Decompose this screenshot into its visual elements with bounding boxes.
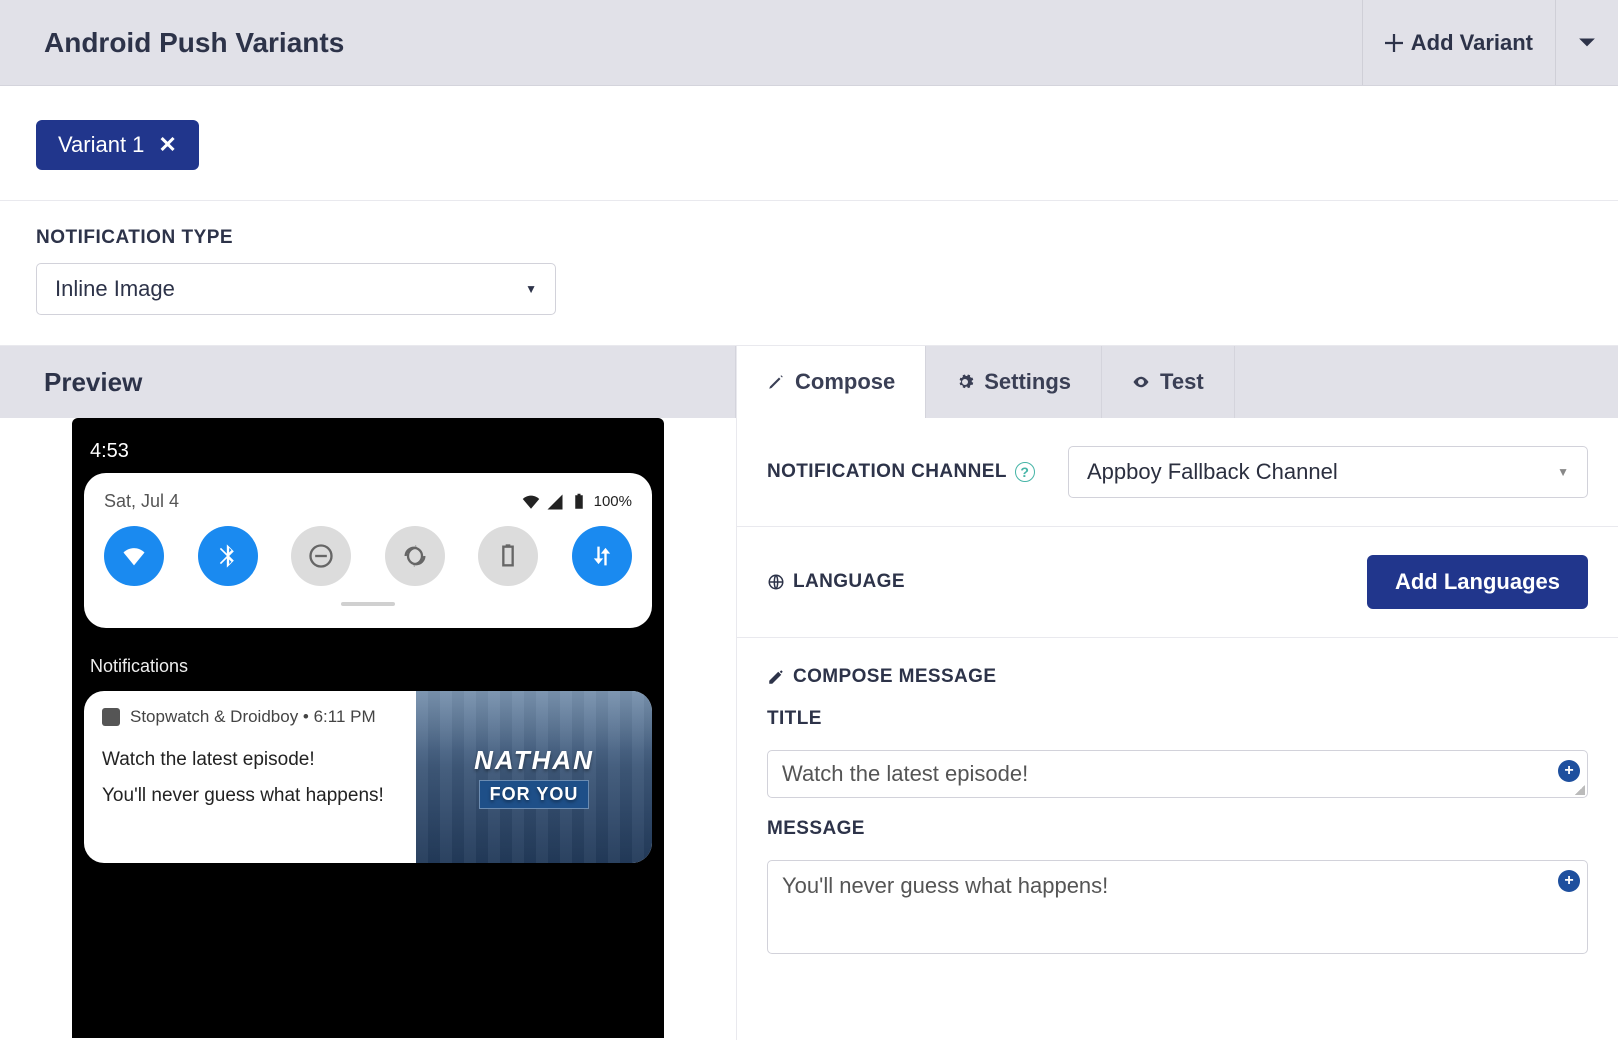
title-input-wrap: + bbox=[767, 750, 1588, 798]
resize-handle-icon bbox=[1575, 785, 1585, 795]
channel-label-text: NOTIFICATION CHANNEL bbox=[767, 461, 1007, 483]
bluetooth-icon bbox=[214, 542, 242, 570]
battery-icon bbox=[570, 493, 588, 511]
compose-message-label-text: COMPOSE MESSAGE bbox=[793, 666, 996, 688]
edit-icon bbox=[767, 668, 785, 686]
quick-settings-panel: Sat, Jul 4 100% bbox=[84, 473, 652, 628]
status-icons: 100% bbox=[522, 493, 632, 511]
preview-column: Preview 4:53 Sat, Jul 4 100% bbox=[0, 346, 736, 1040]
notifications-label: Notifications bbox=[90, 656, 646, 677]
tabs-filler bbox=[1235, 346, 1618, 418]
chevron-down-icon bbox=[1578, 34, 1596, 52]
data-arrows-icon bbox=[588, 542, 616, 570]
eye-icon bbox=[1132, 373, 1150, 391]
close-icon[interactable]: ✕ bbox=[158, 132, 176, 158]
caret-down-icon: ▼ bbox=[525, 282, 537, 296]
variant-chip[interactable]: Variant 1 ✕ bbox=[36, 120, 199, 170]
phone-preview: 4:53 Sat, Jul 4 100% bbox=[72, 418, 664, 1038]
title-input[interactable] bbox=[767, 750, 1588, 798]
notification-image: NATHAN FOR YOU bbox=[416, 691, 652, 863]
title-label: TITLE bbox=[767, 708, 1588, 730]
add-variant-dropdown[interactable] bbox=[1555, 0, 1618, 85]
language-label-text: LANGUAGE bbox=[793, 571, 905, 593]
message-label: MESSAGE bbox=[767, 818, 1588, 840]
page-title: Android Push Variants bbox=[44, 27, 344, 59]
page-header: Android Push Variants Add Variant bbox=[0, 0, 1618, 86]
notification-type-section: NOTIFICATION TYPE Inline Image ▼ bbox=[0, 201, 1618, 346]
add-languages-button[interactable]: Add Languages bbox=[1367, 555, 1588, 609]
plus-icon bbox=[1385, 34, 1403, 52]
image-text-line1: NATHAN bbox=[474, 745, 594, 776]
autorotate-toggle bbox=[385, 526, 445, 586]
form-column: Compose Settings Test NOTIFICATION CHANN… bbox=[736, 346, 1618, 1040]
wifi-toggle bbox=[104, 526, 164, 586]
notification-card: Stopwatch & Droidboy • 6:11 PM Watch the… bbox=[84, 691, 652, 863]
rotate-icon bbox=[401, 542, 429, 570]
tab-settings[interactable]: Settings bbox=[926, 346, 1102, 418]
battery-percent: 100% bbox=[594, 493, 632, 510]
phone-date: Sat, Jul 4 bbox=[104, 491, 179, 512]
dnd-icon bbox=[307, 542, 335, 570]
preview-header: Preview bbox=[0, 346, 736, 418]
globe-icon bbox=[767, 573, 785, 591]
notification-title: Watch the latest episode! bbox=[102, 749, 402, 771]
dnd-toggle bbox=[291, 526, 351, 586]
battery-outline-icon bbox=[494, 542, 522, 570]
channel-select[interactable]: Appboy Fallback Channel ▼ bbox=[1068, 446, 1588, 498]
tab-compose[interactable]: Compose bbox=[737, 346, 926, 418]
bluetooth-toggle bbox=[198, 526, 258, 586]
message-input-wrap: + bbox=[767, 860, 1588, 959]
compose-form: NOTIFICATION CHANNEL ? Appboy Fallback C… bbox=[737, 418, 1618, 1040]
phone-preview-wrap: 4:53 Sat, Jul 4 100% bbox=[0, 418, 736, 1040]
channel-row: NOTIFICATION CHANNEL ? Appboy Fallback C… bbox=[737, 418, 1618, 527]
tab-settings-label: Settings bbox=[984, 369, 1071, 395]
main-split: Preview 4:53 Sat, Jul 4 100% bbox=[0, 346, 1618, 1040]
wifi-icon bbox=[522, 493, 540, 511]
gear-icon bbox=[956, 373, 974, 391]
compose-message-label: COMPOSE MESSAGE bbox=[767, 666, 1588, 688]
data-toggle bbox=[572, 526, 632, 586]
compose-message-section: COMPOSE MESSAGE TITLE + MESSAGE + bbox=[737, 638, 1618, 987]
language-row: LANGUAGE Add Languages bbox=[737, 527, 1618, 638]
app-icon bbox=[102, 708, 120, 726]
caret-down-icon: ▼ bbox=[1557, 465, 1569, 479]
notification-app-line: Stopwatch & Droidboy • 6:11 PM bbox=[130, 707, 376, 727]
pencil-icon bbox=[767, 373, 785, 391]
add-variant-label: Add Variant bbox=[1411, 30, 1533, 56]
notification-type-value: Inline Image bbox=[55, 276, 175, 302]
notification-text: Stopwatch & Droidboy • 6:11 PM Watch the… bbox=[84, 691, 416, 863]
battery-saver-toggle bbox=[478, 526, 538, 586]
message-input[interactable] bbox=[767, 860, 1588, 954]
help-icon[interactable]: ? bbox=[1015, 462, 1035, 482]
add-variant-button[interactable]: Add Variant bbox=[1363, 0, 1555, 85]
tab-test-label: Test bbox=[1160, 369, 1204, 395]
channel-label: NOTIFICATION CHANNEL ? bbox=[767, 461, 1035, 483]
variant-chip-label: Variant 1 bbox=[58, 132, 144, 158]
editor-tabs: Compose Settings Test bbox=[737, 346, 1618, 418]
signal-icon bbox=[546, 493, 564, 511]
notification-body: You'll never guess what happens! bbox=[102, 785, 402, 807]
tab-test[interactable]: Test bbox=[1102, 346, 1235, 418]
image-text-line2: FOR YOU bbox=[479, 780, 590, 809]
channel-value: Appboy Fallback Channel bbox=[1087, 459, 1338, 485]
phone-clock: 4:53 bbox=[84, 434, 652, 469]
quick-settings-icons bbox=[104, 526, 632, 586]
notification-type-label: NOTIFICATION TYPE bbox=[36, 227, 1582, 249]
drag-handle bbox=[341, 602, 395, 606]
notification-type-select[interactable]: Inline Image ▼ bbox=[36, 263, 556, 315]
message-insert-button[interactable]: + bbox=[1558, 870, 1580, 892]
add-variant-group: Add Variant bbox=[1362, 0, 1618, 85]
wifi-icon bbox=[120, 542, 148, 570]
title-insert-button[interactable]: + bbox=[1558, 760, 1580, 782]
tab-compose-label: Compose bbox=[795, 369, 895, 395]
language-label: LANGUAGE bbox=[767, 571, 905, 593]
variant-chip-row: Variant 1 ✕ bbox=[0, 86, 1618, 201]
